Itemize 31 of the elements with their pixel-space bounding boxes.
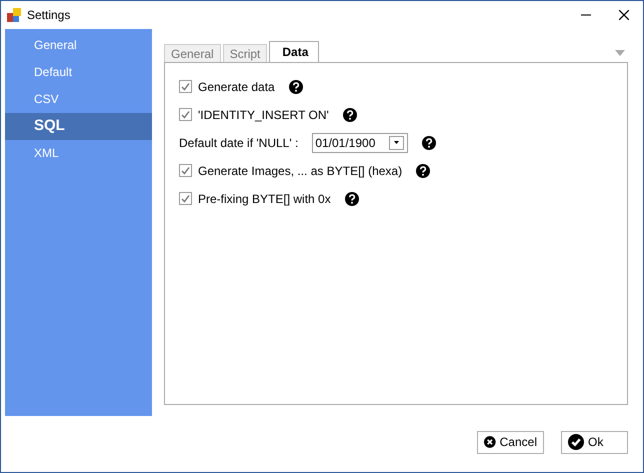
help-icon[interactable] [422, 136, 436, 150]
app-icon [7, 8, 21, 22]
tab[interactable]: Script [222, 44, 268, 62]
sidebar-item[interactable]: SQL [5, 112, 152, 140]
help-icon[interactable] [416, 164, 430, 178]
cancel-button[interactable]: Cancel [477, 430, 544, 454]
checkbox-label: 'IDENTITY_INSERT ON' [198, 106, 329, 124]
sidebar-item[interactable]: CSV [5, 86, 152, 113]
tab[interactable]: General [164, 44, 221, 62]
tab[interactable]: Data [269, 40, 320, 62]
window-title: Settings [27, 6, 70, 24]
field-label: Default date if 'NULL' : [179, 134, 298, 152]
checkbox-label: Generate Images, ... as BYTE[] (hexa) [198, 162, 402, 180]
cancel-icon [484, 434, 496, 450]
sidebar-item[interactable]: General [5, 32, 152, 59]
check-icon [568, 434, 584, 450]
checkbox[interactable] [179, 108, 192, 122]
sidebar-item[interactable]: Default [5, 58, 152, 86]
help-icon[interactable] [344, 192, 359, 206]
ok-button[interactable]: Ok [561, 430, 628, 454]
checkbox-label: Generate data [198, 78, 275, 96]
checkbox[interactable] [179, 164, 192, 178]
help-icon[interactable] [342, 108, 357, 122]
date-picker[interactable]: 01/01/1900 [312, 132, 408, 153]
close-icon [619, 10, 629, 20]
help-icon[interactable] [288, 80, 303, 94]
checkbox[interactable] [179, 80, 192, 94]
caret-icon [394, 141, 400, 144]
checkbox-label: Pre-fixing BYTE[] with 0x [198, 190, 331, 208]
checkbox[interactable] [179, 192, 192, 206]
sidebar-item[interactable]: XML [5, 140, 152, 167]
